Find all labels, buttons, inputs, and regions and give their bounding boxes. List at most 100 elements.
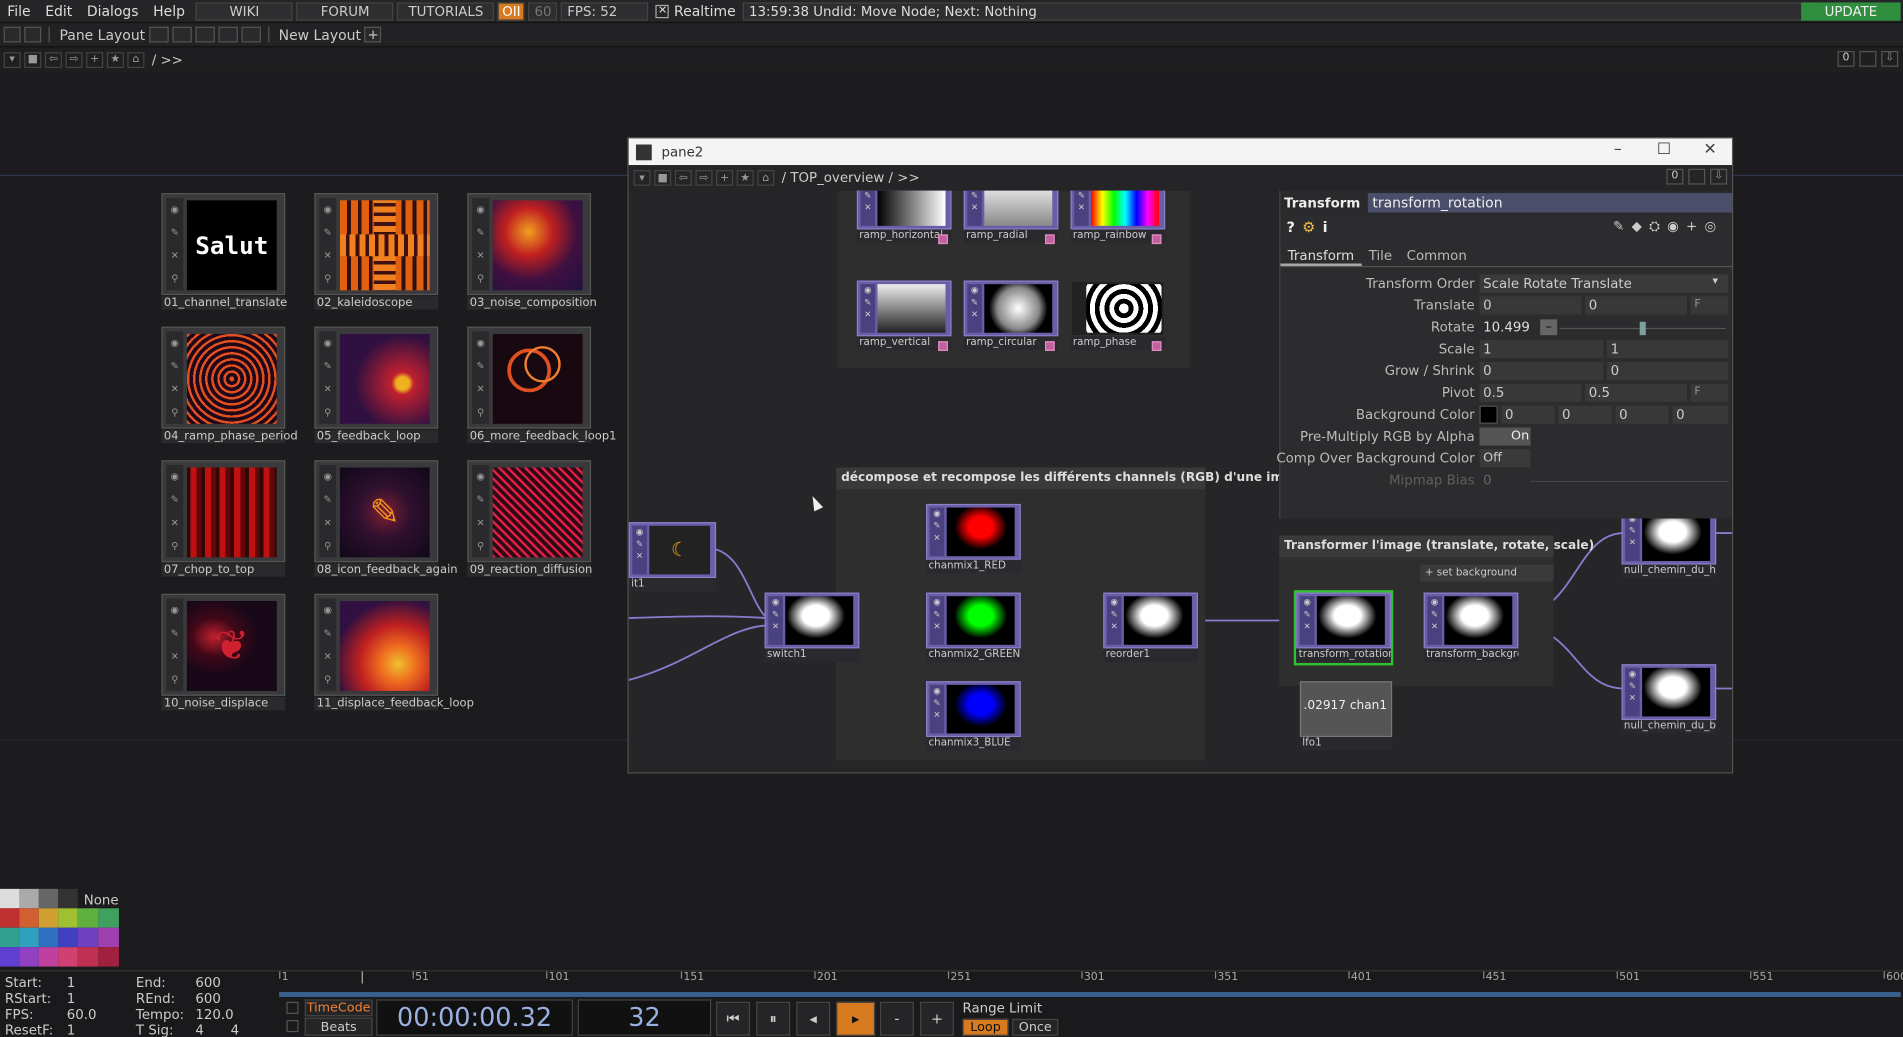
network-path[interactable]: / >> <box>152 52 183 68</box>
menu-help[interactable]: Help <box>146 2 192 19</box>
update-button[interactable]: UPDATE <box>1801 2 1901 21</box>
thumb-07[interactable]: ◉ ✎ ✕ ⚲ 07_chop_to_top <box>161 460 286 577</box>
tab-common[interactable]: Common <box>1399 245 1474 266</box>
color-palette[interactable]: None <box>0 888 119 969</box>
thumb-05[interactable]: ◉ ✎ ✕ ⚲ 05_feedback_loop <box>314 326 439 444</box>
timecode-display[interactable]: 00:00:00.32 <box>376 999 573 1036</box>
oii-button[interactable]: OII <box>498 1 525 21</box>
tsig-a-value[interactable]: 4 <box>195 1022 203 1037</box>
bg-color-r-field[interactable]: 0 <box>1501 405 1555 424</box>
beats-toggle[interactable]: Beats <box>304 1017 373 1036</box>
back-icon[interactable]: ⇦ <box>674 170 692 186</box>
realtime-checkbox[interactable]: ✕ <box>655 4 670 18</box>
bg-color-b-field[interactable]: 0 <box>1615 405 1669 424</box>
thumb-11[interactable]: ◉ ✎ ✕ ⚲ 11_displace_feedback_loop <box>314 593 474 711</box>
translate-y-field[interactable]: 0 <box>1585 296 1688 315</box>
node-switch1[interactable]: ◉ ✎ ✕ switch1 <box>764 592 860 663</box>
pivot-unit-select[interactable]: F <box>1690 383 1729 402</box>
dropdown-icon[interactable]: ▾ <box>3 51 21 68</box>
python-help-icon[interactable]: ⚙ <box>1302 219 1315 236</box>
rstart-value[interactable]: 1 <box>67 991 75 1007</box>
range-bar[interactable] <box>279 992 1901 997</box>
grow-x-field[interactable]: 0 <box>1479 361 1604 381</box>
node-chanmix1-red[interactable]: ◉ ✎ ✕ chanmix1_RED <box>926 503 1021 574</box>
frame-display[interactable]: 32 <box>577 999 712 1036</box>
node-chanmix3-blue[interactable]: ◉ ✎ ✕ chanmix3_BLUE <box>926 681 1021 751</box>
maximize-icon[interactable]: ☐ <box>1652 141 1676 160</box>
menu-edit[interactable]: Edit <box>38 2 80 19</box>
node-ramp-circular[interactable]: ◉ ✎ ✕ ramp_circular <box>963 280 1059 351</box>
node-null-bas[interactable]: ◉✎✕ null_chemin_du_bas <box>1621 664 1717 734</box>
menu-dialogs[interactable]: Dialogs <box>80 2 146 19</box>
palette-none-label[interactable]: None <box>84 893 119 909</box>
rotate-decrement[interactable]: – <box>1540 319 1558 336</box>
layout-split-v-icon[interactable] <box>171 26 192 43</box>
thumb-10[interactable]: ◉ ✎ ✕ ⚲ ❦ 10_noise_displace <box>161 593 286 711</box>
step-back-button[interactable]: ◂ <box>796 1001 831 1036</box>
add-icon[interactable]: + <box>86 51 104 68</box>
minimize-icon[interactable]: – <box>1606 141 1630 160</box>
rotate-slider-handle[interactable] <box>1639 321 1646 336</box>
node-transform-background[interactable]: ◉✎✕ transform_background <box>1423 592 1519 663</box>
stop-icon[interactable]: ■ <box>654 170 672 186</box>
star-icon[interactable]: ★ <box>736 170 754 186</box>
once-button[interactable]: Once <box>1012 1018 1059 1036</box>
info-icon[interactable]: i <box>1323 219 1328 236</box>
node-ramp-rainbow[interactable]: ◉✎✕ ramp_rainbow <box>1070 190 1166 245</box>
rend-value[interactable]: 600 <box>195 991 220 1007</box>
pivot-x-field[interactable]: 0.5 <box>1479 383 1582 402</box>
bg-color-a-field[interactable]: 0 <box>1672 405 1729 424</box>
resetf-value[interactable]: 1 <box>67 1022 75 1037</box>
start-value[interactable]: 1 <box>67 975 75 991</box>
pane2-window[interactable]: pane2 – ☐ ✕ ▾ ■ ⇦ ⇨ + ★ ⌂ / TOP_overview… <box>627 137 1734 774</box>
home-icon[interactable]: ⌂ <box>127 51 145 68</box>
node-ramp-horizontal[interactable]: ◉✎✕ ramp_horizontal <box>856 190 952 245</box>
thumb-03[interactable]: ◉ ✎ ✕ ⚲ 03_noise_composition <box>467 193 597 310</box>
tutorials-button[interactable]: TUTORIALS <box>397 1 495 21</box>
stop-icon[interactable]: ■ <box>24 51 42 68</box>
forward-icon[interactable]: ⇨ <box>695 170 713 186</box>
rotate-field[interactable]: 10.499 <box>1479 318 1538 337</box>
grow-y-field[interactable]: 0 <box>1606 361 1729 381</box>
add-layout-button[interactable]: + <box>364 26 382 43</box>
tab-tile[interactable]: Tile <box>1361 245 1399 266</box>
scale-x-field[interactable]: 1 <box>1479 340 1604 359</box>
node-lfo1[interactable]: .02917 chan1 lfo1 <box>1299 681 1393 751</box>
op-name-field[interactable]: transform_rotation <box>1367 193 1732 213</box>
scale-y-field[interactable]: 1 <box>1606 340 1729 359</box>
layout-single-icon[interactable] <box>148 26 169 43</box>
help-icon[interactable]: ? <box>1287 219 1295 236</box>
rewind-button[interactable]: ⏮ <box>716 1001 751 1036</box>
step-minus-button[interactable]: - <box>879 1001 914 1036</box>
timeline-option-icon[interactable] <box>286 1001 299 1014</box>
maximize-pane-icon[interactable] <box>1859 51 1877 67</box>
close-icon[interactable]: ✕ <box>1698 141 1722 160</box>
thumb-01[interactable]: ◉ ✎ ✕ ⚲ Salut 01_channel_translate <box>161 193 287 310</box>
tsig-b-value[interactable]: 4 <box>231 1022 239 1037</box>
layout-icon[interactable] <box>3 26 21 43</box>
save-layout-icon[interactable] <box>24 26 42 43</box>
fps-value[interactable]: 60.0 <box>67 1007 97 1023</box>
node-transform-rotation[interactable]: ◉ ✎ ✕ transform_rotation <box>1293 590 1394 666</box>
tab-transform[interactable]: Transform <box>1280 245 1362 266</box>
step-plus-button[interactable]: + <box>919 1001 954 1036</box>
transform-order-select[interactable]: Scale Rotate Translate <box>1479 274 1729 293</box>
menu-file[interactable]: File <box>0 2 38 19</box>
forward-icon[interactable]: ⇨ <box>65 51 83 68</box>
translate-unit-select[interactable]: F <box>1690 296 1729 315</box>
wiki-button[interactable]: WIKI <box>195 1 293 21</box>
play-button[interactable]: ▸ <box>836 1001 876 1036</box>
node-ramp-phase[interactable]: ramp_phase <box>1070 280 1166 351</box>
download-icon[interactable]: ⇩ <box>1710 168 1728 185</box>
layout-quad-icon[interactable] <box>241 26 261 43</box>
pane2-titlebar[interactable]: pane2 – ☐ ✕ <box>628 138 1732 166</box>
dropdown-icon[interactable]: ▾ <box>633 170 651 186</box>
timecode-toggle[interactable]: TimeCode <box>304 999 373 1017</box>
timeline-option-icon[interactable] <box>286 1020 299 1033</box>
home-icon[interactable]: ⌂ <box>757 170 775 186</box>
pane2-path[interactable]: / TOP_overview / >> <box>782 170 920 186</box>
node-reorder1[interactable]: ◉ ✎ ✕ reorder1 <box>1103 592 1198 663</box>
thumb-04[interactable]: ◉ ✎ ✕ ⚲ 04_ramp_phase_period <box>161 326 298 444</box>
node-chanmix2-green[interactable]: ◉ ✎ ✕ chanmix2_GREEN <box>926 592 1021 663</box>
loop-button[interactable]: Loop <box>962 1018 1009 1036</box>
